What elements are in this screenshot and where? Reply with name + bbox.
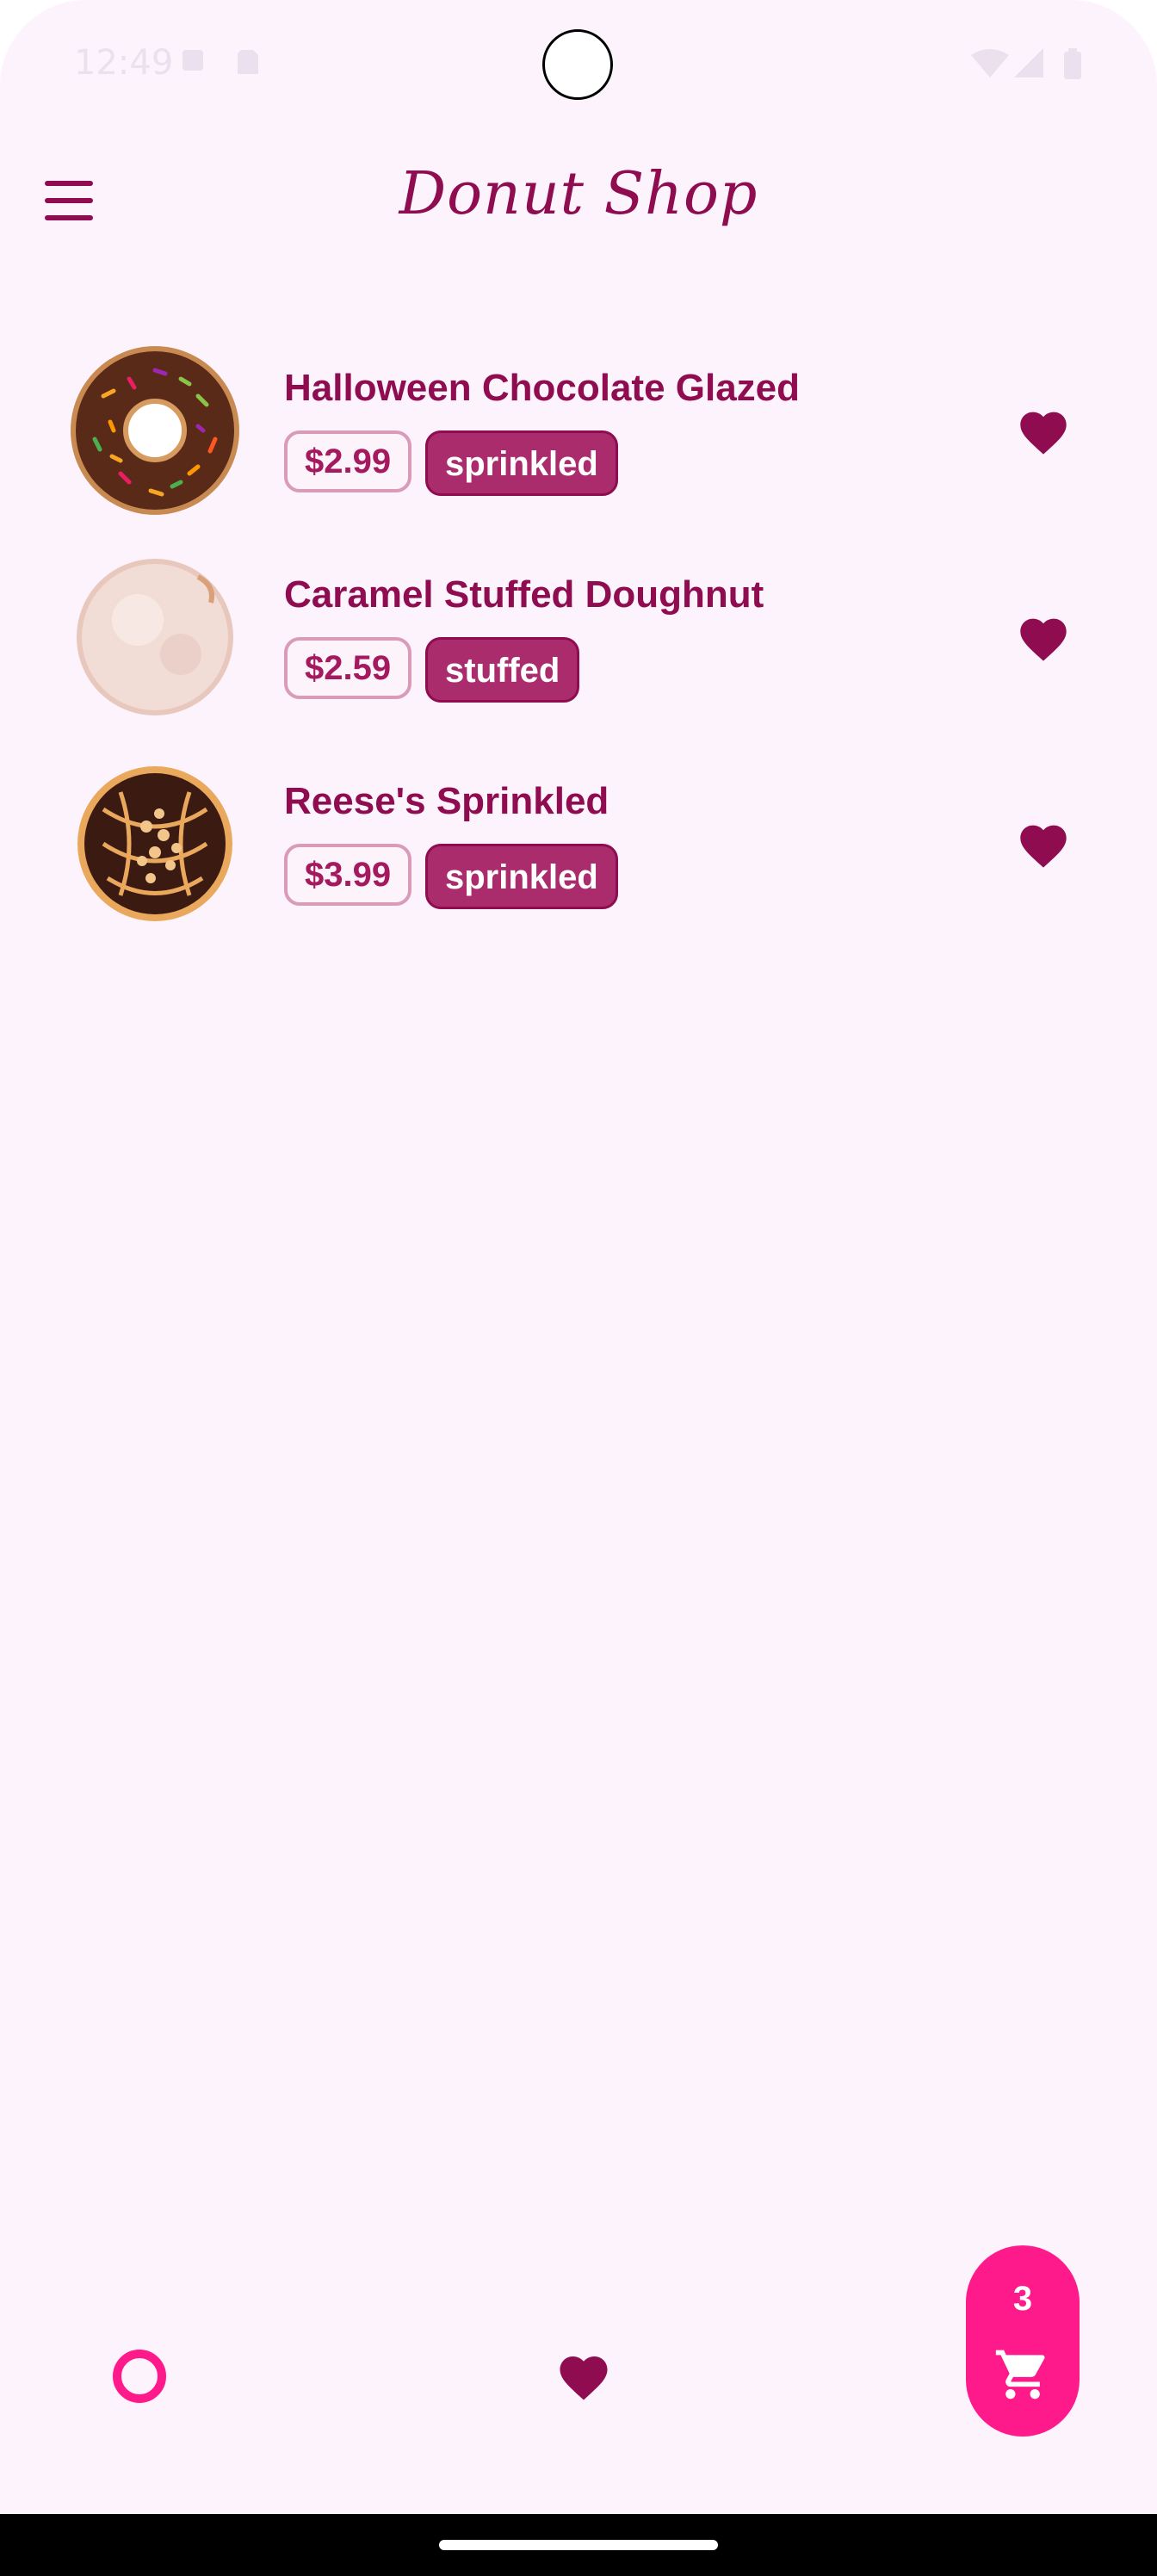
donut-name: Caramel Stuffed Doughnut <box>284 573 764 616</box>
donut-image <box>71 346 239 515</box>
list-item[interactable]: Halloween Chocolate Glazed $2.99 sprinkl… <box>0 336 1157 542</box>
donut-list: Halloween Chocolate Glazed $2.99 sprinkl… <box>0 336 1157 956</box>
cart-count-badge: 3 <box>1012 2280 1033 2318</box>
list-item[interactable]: Reese's Sprinkled $3.99 sprinkled <box>0 749 1157 956</box>
notification-icon <box>183 50 203 71</box>
favorite-button[interactable] <box>1016 611 1071 663</box>
heart-icon <box>1020 412 1067 455</box>
donut-name: Reese's Sprinkled <box>284 780 609 822</box>
nav-favorites-button[interactable] <box>555 2349 612 2402</box>
status-bar: 12:49 <box>0 0 1157 129</box>
nav-home-button[interactable] <box>112 2349 167 2404</box>
wifi-icon <box>971 49 1009 77</box>
battery-icon <box>1064 48 1081 79</box>
app-title: Donut Shop <box>399 160 758 228</box>
price-chip: $2.99 <box>284 430 412 492</box>
sim-card-icon <box>238 50 258 74</box>
donut-icon <box>113 2350 166 2403</box>
heart-icon <box>1020 618 1067 661</box>
tag-chip: stuffed <box>425 637 580 703</box>
donut-image <box>77 766 232 921</box>
tag-chip: sprinkled <box>425 844 618 909</box>
tag-chip: sprinkled <box>425 430 618 496</box>
list-item[interactable]: Caramel Stuffed Doughnut $2.59 stuffed <box>0 542 1157 749</box>
donut-name: Halloween Chocolate Glazed <box>284 367 801 409</box>
front-camera <box>542 29 613 100</box>
home-gesture-handle[interactable] <box>439 2540 718 2550</box>
status-time: 12:49 <box>74 43 174 83</box>
heart-icon <box>560 2356 608 2400</box>
favorite-button[interactable] <box>1016 818 1071 870</box>
price-chip: $3.99 <box>284 844 412 906</box>
cell-signal-icon <box>1014 48 1043 77</box>
favorite-button[interactable] <box>1016 405 1071 456</box>
price-chip: $2.59 <box>284 637 412 699</box>
cart-button[interactable]: 3 <box>966 2245 1080 2437</box>
heart-icon <box>1020 825 1067 868</box>
cart-icon <box>995 2350 1045 2400</box>
app-screen: 12:49 Donut Shop Halloween Chocolate Gla… <box>0 0 1157 2576</box>
donut-image <box>77 559 233 715</box>
